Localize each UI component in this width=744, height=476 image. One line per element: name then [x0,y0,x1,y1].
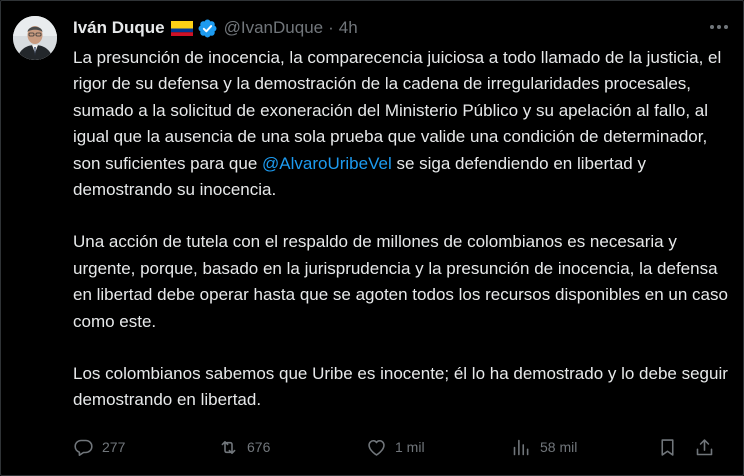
paragraph-2: Una acción de tutela con el respaldo de … [73,232,728,331]
like-count: 1 mil [395,439,425,455]
reply-button[interactable]: 277 [73,434,125,460]
reply-icon [74,439,93,456]
repost-icon [221,440,236,454]
views-count: 58 mil [540,439,578,455]
repost-count: 676 [247,439,271,455]
timestamp[interactable]: 4h [339,18,358,38]
heart-icon [368,439,385,456]
views-button[interactable]: 58 mil [511,434,577,460]
user-handle[interactable]: @IvanDuque [224,18,324,38]
avatar[interactable] [13,16,57,60]
tweet-header: Iván Duque @IvanDuque · 4h [73,15,731,41]
views-chart-icon [513,439,529,455]
more-options-icon[interactable] [707,17,731,37]
reply-count: 277 [102,439,126,455]
paragraph-3: Los colombianos sabemos que Uribe es ino… [73,364,728,410]
tweet-text: La presunción de inocencia, la comparece… [73,45,733,414]
bookmark-icon [661,438,674,456]
colombia-flag-icon [170,20,193,36]
mention-link[interactable]: @AlvaroUribeVel [262,154,392,173]
bookmark-button[interactable] [657,434,678,460]
tweet-card[interactable]: Iván Duque @IvanDuque · 4h La presunción… [0,0,744,476]
avatar-photo [13,16,57,60]
share-button[interactable] [694,434,715,460]
action-bar: 277 676 1 mil 58 mil [73,434,721,460]
like-button[interactable]: 1 mil [366,434,425,460]
verified-badge-icon[interactable] [197,18,218,39]
separator-dot: · [328,18,334,37]
paragraph-1: La presunción de inocencia, la comparece… [73,45,733,203]
share-icon [696,438,713,455]
display-name[interactable]: Iván Duque [73,18,165,38]
repost-button[interactable]: 676 [218,434,270,460]
